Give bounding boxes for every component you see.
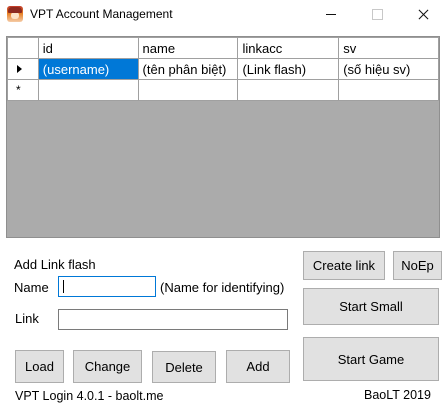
maximize-icon (354, 0, 400, 30)
cell-linkacc[interactable]: (Link flash) (237, 58, 340, 80)
name-label: Name (14, 280, 49, 295)
grid-corner-cell[interactable] (7, 37, 39, 59)
new-row-icon: * (16, 83, 21, 97)
name-hint: (Name for identifying) (160, 280, 285, 295)
load-button[interactable]: Load (15, 350, 64, 383)
accounts-grid[interactable]: id name linkacc sv (username) (tên phân … (6, 36, 440, 238)
change-button[interactable]: Change (73, 350, 142, 383)
minimize-icon[interactable] (308, 0, 354, 30)
noep-button[interactable]: NoEp (393, 251, 442, 280)
table-row-new[interactable]: * (7, 79, 439, 101)
cell-sv[interactable]: (số hiệu sv) (338, 58, 439, 80)
start-game-button[interactable]: Start Game (303, 337, 439, 381)
accounts-table: id name linkacc sv (username) (tên phân … (7, 37, 439, 101)
row-header-current[interactable] (7, 58, 39, 80)
create-link-button[interactable]: Create link (303, 251, 385, 280)
cell-name[interactable]: (tên phân biệt) (137, 58, 239, 80)
title-bar[interactable]: VPT Account Management (0, 0, 446, 30)
current-row-arrow-icon (17, 65, 22, 73)
column-header-name[interactable]: name (137, 37, 239, 59)
delete-button[interactable]: Delete (152, 351, 216, 383)
row-header-new[interactable]: * (7, 79, 39, 101)
cell-linkacc[interactable] (237, 79, 340, 101)
add-button[interactable]: Add (226, 350, 290, 383)
app-logo-icon (7, 6, 23, 22)
cell-id[interactable]: (username) (37, 58, 139, 80)
version-label: VPT Login 4.0.1 - baolt.me (15, 389, 164, 403)
credit-label: BaoLT 2019 (364, 388, 431, 402)
cell-name[interactable] (137, 79, 239, 101)
add-link-section-title: Add Link flash (14, 257, 96, 272)
close-icon[interactable] (400, 0, 446, 30)
app-window: VPT Account Management id name linkacc s… (0, 0, 446, 410)
name-input[interactable] (58, 276, 156, 297)
header-row: id name linkacc sv (7, 37, 439, 59)
column-header-id[interactable]: id (37, 37, 139, 59)
start-small-button[interactable]: Start Small (303, 288, 439, 325)
column-header-sv[interactable]: sv (338, 37, 439, 59)
table-row[interactable]: (username) (tên phân biệt) (Link flash) … (7, 58, 439, 80)
column-header-linkacc[interactable]: linkacc (237, 37, 340, 59)
link-input[interactable] (58, 309, 288, 330)
window-title: VPT Account Management (30, 7, 173, 21)
cell-sv[interactable] (338, 79, 439, 101)
text-caret (63, 280, 64, 293)
cell-id[interactable] (37, 79, 139, 101)
link-label: Link (15, 311, 39, 326)
